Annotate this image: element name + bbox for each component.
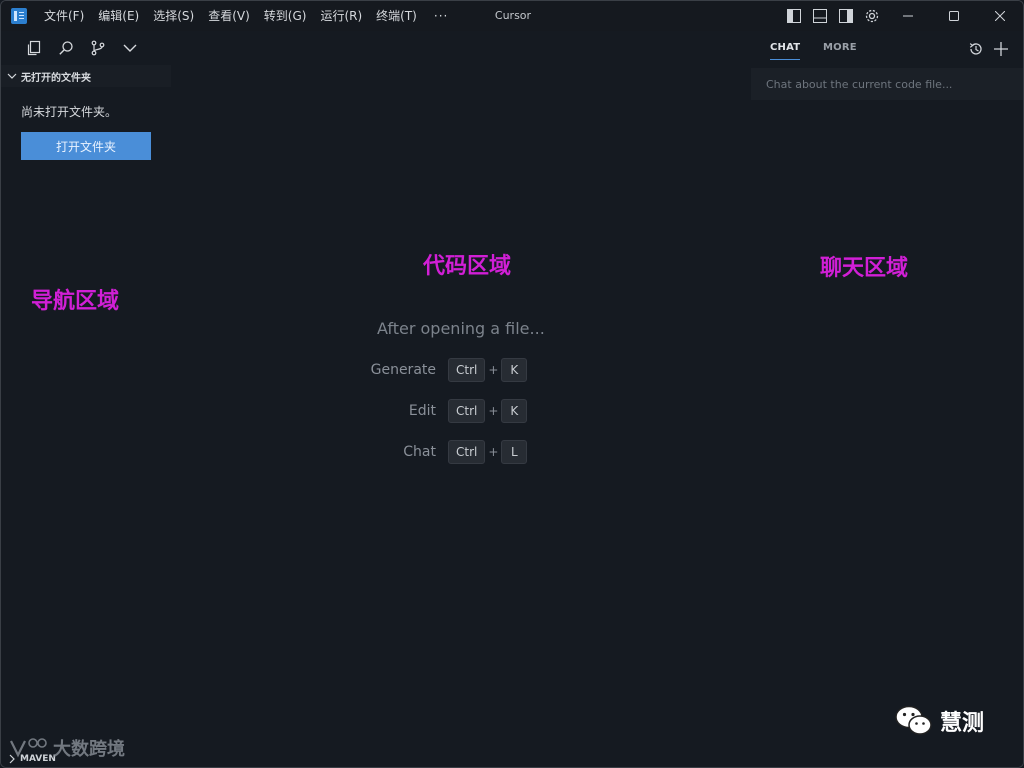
shortcut-label: Generate <box>370 362 436 378</box>
menu-run[interactable]: 运行(R) <box>313 1 369 31</box>
source-control-icon <box>91 40 105 56</box>
no-folder-section-header[interactable]: 无打开的文件夹 <box>1 65 171 87</box>
chat-tab-bar: CHAT MORE <box>751 31 1023 65</box>
explorer-button[interactable] <box>21 35 47 61</box>
plus-sign: + <box>488 404 499 418</box>
search-button[interactable] <box>53 35 79 61</box>
more-views-button[interactable] <box>117 35 143 61</box>
chevron-down-icon <box>123 44 137 52</box>
section-header-label: 无打开的文件夹 <box>21 72 91 84</box>
key-letter: K <box>501 399 528 423</box>
toggle-secondary-sidebar-button[interactable] <box>833 1 859 31</box>
minimize-button[interactable] <box>885 1 931 31</box>
menu-file[interactable]: 文件(F) <box>37 1 91 31</box>
maximize-button[interactable] <box>931 1 977 31</box>
layout-panel-icon <box>813 9 827 23</box>
minimize-icon <box>903 15 913 17</box>
menu-terminal[interactable]: 终端(T) <box>369 1 424 31</box>
editor-area: After opening a file... Generate Ctrl + … <box>171 31 751 767</box>
menu-go[interactable]: 转到(G) <box>257 1 314 31</box>
plus-icon <box>994 42 1008 56</box>
annotation-nav-area: 导航区域 <box>31 289 120 314</box>
shortcut-row-edit: Edit Ctrl + K <box>171 399 591 423</box>
annotation-code-area: 代码区域 <box>423 254 512 279</box>
history-icon <box>969 43 982 55</box>
settings-button[interactable] <box>859 1 885 31</box>
key-ctrl: Ctrl <box>448 440 486 464</box>
tab-chat[interactable]: CHAT <box>770 42 801 60</box>
layout-sidebar-left-icon <box>787 9 801 23</box>
files-icon <box>27 40 41 56</box>
maximize-icon <box>949 11 959 21</box>
new-chat-button[interactable] <box>991 39 1011 59</box>
plus-sign: + <box>488 445 499 459</box>
watermark-left-text: 大数跨境 <box>53 739 125 760</box>
gear-icon <box>865 9 879 23</box>
chevron-down-icon <box>7 73 17 79</box>
wechat-icon <box>895 705 932 735</box>
watermark-right-text: 慧测 <box>940 711 985 736</box>
toggle-panel-button[interactable] <box>807 1 833 31</box>
close-icon <box>995 11 1005 21</box>
title-bar: 文件(F) 编辑(E) 选择(S) 查看(V) 转到(G) 运行(R) 终端(T… <box>1 1 1023 31</box>
window-title-text: Cursor <box>494 9 532 22</box>
key-ctrl: Ctrl <box>448 358 486 382</box>
watermark-right: 慧测 <box>894 704 984 738</box>
watermark-logo-icon <box>10 738 47 758</box>
shortcut-row-chat: Chat Ctrl + L <box>171 440 591 464</box>
menu-more-button[interactable]: ··· <box>424 1 458 31</box>
menu-bar: 文件(F) 编辑(E) 选择(S) 查看(V) 转到(G) 运行(R) 终端(T… <box>37 1 458 31</box>
chat-panel: CHAT MORE <box>751 31 1023 767</box>
menu-selection[interactable]: 选择(S) <box>146 1 201 31</box>
empty-folder-message: 尚未打开文件夹。 <box>21 105 118 119</box>
close-button[interactable] <box>977 1 1023 31</box>
key-letter: K <box>501 358 528 382</box>
editor-hint-title: After opening a file... <box>377 319 545 338</box>
watermark-left: 大数跨境 <box>9 735 125 761</box>
search-icon <box>59 41 73 55</box>
shortcut-row-generate: Generate Ctrl + K <box>171 358 591 382</box>
title-bar-controls <box>781 1 1023 31</box>
layout-sidebar-right-icon <box>839 9 853 23</box>
source-control-button[interactable] <box>85 35 111 61</box>
open-folder-button[interactable]: 打开文件夹 <box>21 132 151 160</box>
app-window: 文件(F) 编辑(E) 选择(S) 查看(V) 转到(G) 运行(R) 终端(T… <box>0 0 1024 768</box>
activity-bar <box>1 31 171 65</box>
toggle-primary-sidebar-button[interactable] <box>781 1 807 31</box>
shortcut-label: Edit <box>408 403 436 419</box>
key-ctrl: Ctrl <box>448 399 486 423</box>
explorer-sidebar: 无打开的文件夹 尚未打开文件夹。 打开文件夹 MAVEN <box>1 65 171 767</box>
menu-view[interactable]: 查看(V) <box>201 1 257 31</box>
shortcut-label: Chat <box>403 444 436 460</box>
chat-input[interactable] <box>751 68 1023 100</box>
annotation-chat-area: 聊天区域 <box>820 256 909 281</box>
chat-history-button[interactable] <box>966 39 986 59</box>
tab-more[interactable]: MORE <box>823 42 857 53</box>
plus-sign: + <box>488 363 499 377</box>
key-letter: L <box>501 440 528 464</box>
app-logo-icon[interactable] <box>11 8 27 24</box>
menu-edit[interactable]: 编辑(E) <box>91 1 146 31</box>
